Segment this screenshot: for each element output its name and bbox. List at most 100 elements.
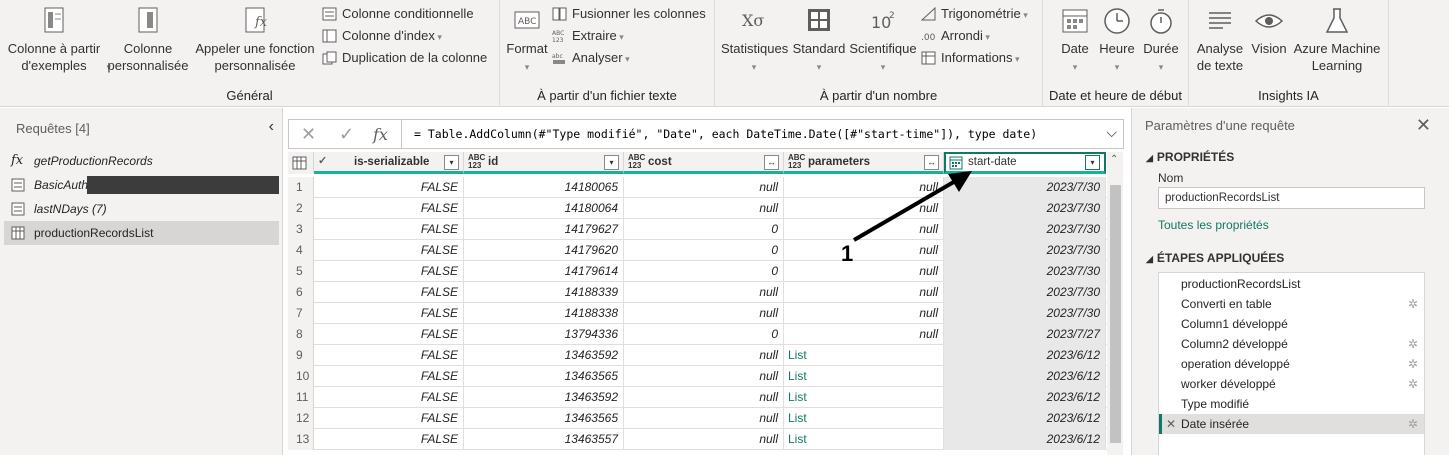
cell-params[interactable]: List xyxy=(784,366,944,387)
parse-button[interactable]: abc Analyser ▾ xyxy=(552,48,630,68)
column-rename-input[interactable]: start-date xyxy=(968,156,1017,168)
triangle-icon xyxy=(921,7,936,21)
date-label: Date xyxy=(1061,41,1089,56)
date-button[interactable]: Date ▾ xyxy=(1047,6,1103,76)
azure-ml-label: Azure Machine Learning xyxy=(1293,41,1381,73)
table-row[interactable]: 6 FALSE 14188339 null null 2023/7/30 xyxy=(288,282,1107,303)
applied-steps-section[interactable]: ◢ ÉTAPES APPLIQUÉES xyxy=(1146,251,1284,265)
time-button[interactable]: Heure ▾ xyxy=(1099,6,1135,76)
all-properties-link[interactable]: Toutes les propriétés xyxy=(1158,218,1269,232)
fx-icon[interactable]: fx xyxy=(373,125,388,144)
formula-input[interactable]: = Table.AddColumn(#"Type modifié", "Date… xyxy=(401,120,1099,148)
applied-step-label: Date insérée xyxy=(1181,417,1250,431)
extract-button[interactable]: ABC 123 Extraire ▾ xyxy=(552,26,624,46)
properties-section[interactable]: ◢ PROPRIÉTÉS xyxy=(1146,150,1234,164)
cancel-icon[interactable]: ✕ xyxy=(301,124,316,145)
cell-params[interactable]: List xyxy=(784,387,944,408)
filter-dropdown-icon[interactable]: ▾ xyxy=(1085,155,1100,170)
cell-date: 2023/7/27 xyxy=(944,324,1106,345)
close-icon[interactable]: ✕ xyxy=(1416,115,1431,136)
row-number: 9 xyxy=(288,345,314,366)
svg-text:ABC: ABC xyxy=(552,30,564,37)
invoke-function-button[interactable]: fx Appeler une fonction personnalisée xyxy=(192,6,318,74)
applied-step[interactable]: Converti en table ✲ xyxy=(1159,294,1424,314)
filter-dropdown-icon[interactable]: ▾ xyxy=(604,155,619,170)
table-row[interactable]: 13 FALSE 13463557 null List 2023/6/12 xyxy=(288,429,1107,450)
query-item-selected[interactable]: productionRecordsList xyxy=(4,221,279,245)
applied-step[interactable]: operation développé ✲ xyxy=(1159,354,1424,374)
azure-ml-button[interactable]: Azure Machine Learning xyxy=(1289,6,1385,74)
step-settings-gear-icon[interactable]: ✲ xyxy=(1408,294,1418,314)
data-grid: ✓ is-serializable ▾ ABC 123 id ▾ ABC 123 c… xyxy=(288,152,1107,455)
cell-ser: FALSE xyxy=(314,408,464,429)
merge-columns-button[interactable]: Fusionner les colonnes xyxy=(552,4,706,24)
table-row[interactable]: 5 FALSE 14179614 0 null 2023/7/30 xyxy=(288,261,1107,282)
table-row[interactable]: 10 FALSE 13463565 null List 2023/6/12 xyxy=(288,366,1107,387)
table-row[interactable]: 3 FALSE 14179627 0 null 2023/7/30 xyxy=(288,219,1107,240)
text-analytics-icon xyxy=(1209,12,1231,29)
applied-step[interactable]: ✕ Date insérée ✲ xyxy=(1159,414,1424,434)
table-row[interactable]: 12 FALSE 13463565 null List 2023/6/12 xyxy=(288,408,1107,429)
applied-step[interactable]: productionRecordsList xyxy=(1159,274,1424,294)
table-row[interactable]: 1 FALSE 14180065 null null 2023/7/30 xyxy=(288,177,1107,198)
step-settings-gear-icon[interactable]: ✲ xyxy=(1408,334,1418,354)
table-row[interactable]: 8 FALSE 13794336 0 null 2023/7/27 xyxy=(288,324,1107,345)
information-button[interactable]: Informations ▾ xyxy=(921,48,1020,68)
applied-step[interactable]: Column1 développé xyxy=(1159,314,1424,334)
cell-params[interactable]: List xyxy=(784,345,944,366)
query-item[interactable]: lastNDays (7) xyxy=(4,197,279,221)
eye-icon xyxy=(1254,14,1284,28)
scroll-up-icon[interactable]: ⌃ xyxy=(1110,154,1118,165)
commit-check-icon[interactable]: ✓ xyxy=(339,124,354,145)
cell-id: 13463592 xyxy=(464,387,624,408)
statistics-button[interactable]: Xσ Statistiques ▾ xyxy=(721,6,788,76)
applied-step[interactable]: Type modifié xyxy=(1159,394,1424,414)
vision-button[interactable]: Vision xyxy=(1249,6,1289,57)
filter-dropdown-icon[interactable]: ▾ xyxy=(444,155,459,170)
column-header[interactable]: ABC 123 cost ↔ xyxy=(624,152,784,174)
table-row[interactable]: 2 FALSE 14180064 null null 2023/7/30 xyxy=(288,198,1107,219)
cell-params[interactable]: List xyxy=(784,408,944,429)
custom-column-button[interactable]: Colonne personnalisée xyxy=(106,6,190,74)
index-column-button[interactable]: Colonne d'index ▾ xyxy=(322,26,442,46)
vertical-scrollbar[interactable]: ⌃ xyxy=(1107,152,1123,455)
step-settings-gear-icon[interactable]: ✲ xyxy=(1408,374,1418,394)
expand-column-icon[interactable]: ↔ xyxy=(764,155,779,170)
applied-step[interactable]: worker développé ✲ xyxy=(1159,374,1424,394)
applied-step[interactable]: Column2 développé ✲ xyxy=(1159,334,1424,354)
table-row[interactable]: 11 FALSE 13463592 null List 2023/6/12 xyxy=(288,387,1107,408)
expand-chevron-icon[interactable]: ⌵ xyxy=(1106,124,1117,141)
merge-columns-icon xyxy=(552,7,567,21)
step-settings-gear-icon[interactable]: ✲ xyxy=(1408,354,1418,374)
scientific-button[interactable]: 10 2 Scientifique ▾ xyxy=(849,6,917,76)
column-header[interactable]: ABC 123 id ▾ xyxy=(464,152,624,174)
cell-params: null xyxy=(784,324,944,345)
cell-date: 2023/6/12 xyxy=(944,429,1106,450)
table-corner-menu[interactable] xyxy=(288,152,314,174)
table-row[interactable]: 7 FALSE 14188338 null null 2023/7/30 xyxy=(288,303,1107,324)
table-row[interactable]: 9 FALSE 13463592 null List 2023/6/12 xyxy=(288,345,1107,366)
standard-button[interactable]: Standard ▾ xyxy=(791,6,847,76)
format-button[interactable]: ABC Format ▾ xyxy=(506,6,548,76)
text-analytics-button[interactable]: Analyse de texte xyxy=(1195,6,1245,74)
step-settings-gear-icon[interactable]: ✲ xyxy=(1408,414,1418,434)
scrollbar-thumb[interactable] xyxy=(1110,185,1121,443)
collapse-chevron-icon[interactable]: ‹ xyxy=(269,118,274,136)
query-item[interactable]: fx getProductionRecords xyxy=(4,149,279,173)
query-name-input[interactable]: productionRecordsList xyxy=(1158,187,1425,209)
column-from-examples-button[interactable]: Colonne à partir d'exemples ▾ xyxy=(4,6,111,76)
rounding-button[interactable]: .00 Arrondi ▾ xyxy=(921,26,990,46)
column-header[interactable]: ✓ is-serializable ▾ xyxy=(314,152,464,174)
duration-button[interactable]: Durée ▾ xyxy=(1139,6,1183,76)
applied-steps-list: productionRecordsList Converti en table ✲ C… xyxy=(1158,272,1425,455)
table-row[interactable]: 4 FALSE 14179620 0 null 2023/7/30 xyxy=(288,240,1107,261)
trigonometry-button[interactable]: Trigonométrie ▾ xyxy=(921,4,1028,24)
delete-step-icon[interactable]: ✕ xyxy=(1166,414,1176,434)
cell-params[interactable]: List xyxy=(784,429,944,450)
row-number: 7 xyxy=(288,303,314,324)
query-item[interactable]: BasicAuth xyxy=(4,173,279,197)
exponent-icon: 102 xyxy=(871,11,895,32)
group-text: ABC Format ▾ Fusionner les colonnes ABC 12… xyxy=(500,0,715,107)
duplicate-column-button[interactable]: Duplication de la colonne xyxy=(322,48,487,68)
conditional-column-button[interactable]: Colonne conditionnelle xyxy=(322,4,474,24)
